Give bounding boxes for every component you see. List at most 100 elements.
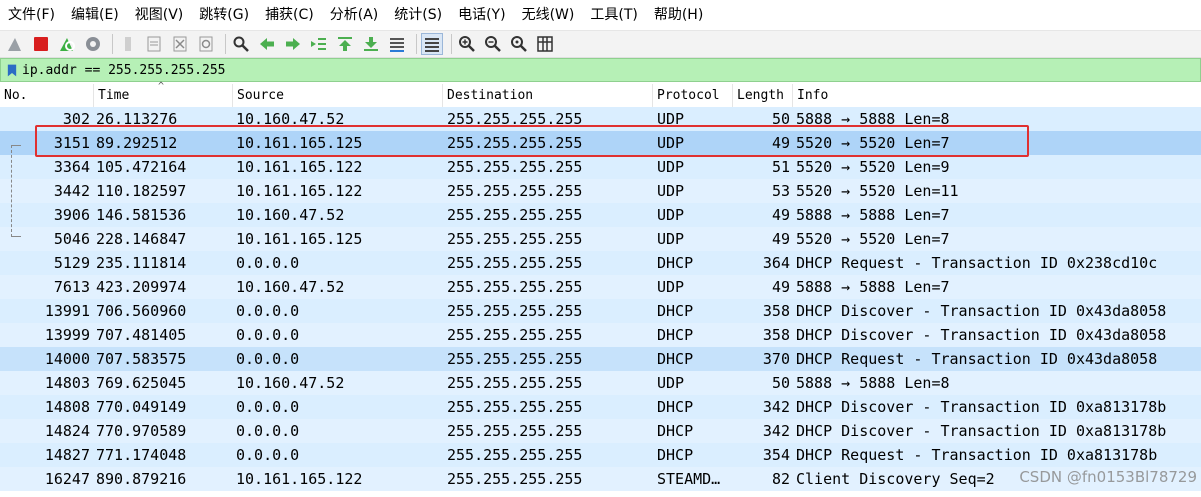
zoom-in-icon[interactable] [456, 33, 478, 55]
save-file-icon[interactable] [143, 33, 165, 55]
resize-columns-icon[interactable] [534, 33, 556, 55]
packet-list: 302 26.113276 10.160.47.52 255.255.255.255 U… [0, 107, 1201, 497]
zoom-normal-icon[interactable] [508, 33, 530, 55]
zoom-out-icon[interactable] [482, 33, 504, 55]
menu-item-6[interactable]: 统计(S) [386, 0, 450, 30]
column-header-time-label: Time [98, 88, 130, 103]
cell-time: 105.472164 [96, 158, 187, 176]
cell-length: 370 [762, 350, 790, 368]
cell-source: 10.160.47.52 [236, 374, 345, 392]
table-row[interactable]: 14827 771.174048 0.0.0.0 255.255.255.255 DHC… [0, 443, 1201, 467]
table-row[interactable]: 3442 110.182597 10.161.165.122 255.255.255.… [0, 179, 1201, 203]
sort-ascending-icon: ^ [158, 81, 165, 92]
cell-no: 7613 [53, 278, 90, 296]
find-packet-icon[interactable] [230, 33, 252, 55]
go-to-packet-icon[interactable] [308, 33, 330, 55]
cell-length: 358 [762, 326, 790, 344]
table-row[interactable]: 14824 770.970589 0.0.0.0 255.255.255.255 DHC… [0, 419, 1201, 443]
table-row[interactable]: 13999 707.481405 0.0.0.0 255.255.255.255 DHC… [0, 323, 1201, 347]
cell-destination: 255.255.255.255 [447, 254, 583, 272]
table-row[interactable]: 3364 105.472164 10.161.165.122 255.255.255.… [0, 155, 1201, 179]
display-filter-input[interactable] [22, 60, 1200, 80]
cell-info: 5520 → 5520 Len=7 [796, 134, 950, 152]
cell-length: 354 [762, 446, 790, 464]
cell-time: 110.182597 [96, 182, 187, 200]
cell-protocol: UDP [657, 278, 685, 296]
menu-item-2[interactable]: 视图(V) [127, 0, 192, 30]
cell-info: DHCP Discover - Transaction ID 0x43da805… [796, 326, 1167, 344]
table-row[interactable]: 3151 89.292512 10.161.165.125 255.255.255.2… [0, 131, 1201, 155]
cell-destination: 255.255.255.255 [447, 302, 583, 320]
restart-capture-icon[interactable] [56, 33, 78, 55]
menu-item-9[interactable]: 工具(T) [582, 0, 645, 30]
cell-time: 770.049149 [96, 398, 187, 416]
cell-source: 10.161.165.122 [236, 470, 363, 488]
table-row[interactable]: 5046 228.146847 10.161.165.125 255.255.255.… [0, 227, 1201, 251]
cell-time: 770.970589 [96, 422, 187, 440]
cell-protocol: DHCP [657, 302, 694, 320]
shark-fin-start-icon[interactable] [4, 33, 26, 55]
column-header-destination[interactable]: Destination [443, 84, 653, 107]
cell-source: 0.0.0.0 [236, 422, 300, 440]
column-header-no[interactable]: No. [0, 84, 94, 107]
table-row[interactable]: 13991 706.560960 0.0.0.0 255.255.255.255 DHC… [0, 299, 1201, 323]
toolbar-separator [416, 34, 417, 54]
column-header-length[interactable]: Length [733, 84, 793, 107]
cell-time: 769.625045 [96, 374, 187, 392]
filter-bookmark-icon[interactable] [5, 61, 19, 79]
menu-item-8[interactable]: 无线(W) [514, 0, 583, 30]
cell-length: 49 [771, 206, 790, 224]
cell-protocol: DHCP [657, 254, 694, 272]
menu-item-4[interactable]: 捕获(C) [257, 0, 322, 30]
toolbar-separator [112, 34, 113, 54]
column-header-info[interactable]: Info [793, 84, 1201, 107]
cell-info: DHCP Discover - Transaction ID 0x43da805… [796, 302, 1167, 320]
menu-item-7[interactable]: 电话(Y) [450, 0, 513, 30]
table-row[interactable]: 7613 423.209974 10.160.47.52 255.255.255.25… [0, 275, 1201, 299]
cell-destination: 255.255.255.255 [447, 398, 583, 416]
table-row[interactable]: 3906 146.581536 10.160.47.52 255.255.255.25… [0, 203, 1201, 227]
cell-source: 0.0.0.0 [236, 398, 300, 416]
cell-protocol: DHCP [657, 422, 694, 440]
cell-protocol: UDP [657, 374, 685, 392]
table-row[interactable]: 14000 707.583575 0.0.0.0 255.255.255.255 DHC… [0, 347, 1201, 371]
reload-file-icon[interactable] [195, 33, 217, 55]
column-header-protocol[interactable]: Protocol [653, 84, 733, 107]
go-back-icon[interactable] [256, 33, 278, 55]
open-file-icon[interactable] [117, 33, 139, 55]
cell-info: DHCP Discover - Transaction ID 0xa813178… [796, 398, 1167, 416]
colorize-icon[interactable] [421, 33, 443, 55]
column-header-source[interactable]: Source [233, 84, 443, 107]
cell-no: 14803 [44, 374, 90, 392]
menu-item-1[interactable]: 编辑(E) [63, 0, 127, 30]
table-row[interactable]: 5129 235.111814 0.0.0.0 255.255.255.255 DHCP… [0, 251, 1201, 275]
capture-options-icon[interactable] [82, 33, 104, 55]
cell-protocol: UDP [657, 182, 685, 200]
packet-list-header: No. Time ^ Source Destination Protocol L… [0, 81, 1201, 108]
table-row[interactable]: 14803 769.625045 10.160.47.52 255.255.255.2… [0, 371, 1201, 395]
go-first-icon[interactable] [334, 33, 356, 55]
stop-capture-icon[interactable] [30, 33, 52, 55]
cell-info: 5888 → 5888 Len=7 [796, 278, 950, 296]
menu-item-3[interactable]: 跳转(G) [191, 0, 257, 30]
cell-time: 146.581536 [96, 206, 187, 224]
cell-destination: 255.255.255.255 [447, 446, 583, 464]
go-last-icon[interactable] [360, 33, 382, 55]
cell-source: 10.161.165.125 [236, 134, 363, 152]
table-row[interactable]: 302 26.113276 10.160.47.52 255.255.255.255 U… [0, 107, 1201, 131]
cell-source: 10.161.165.122 [236, 158, 363, 176]
cell-length: 50 [771, 110, 790, 128]
cell-info: 5888 → 5888 Len=7 [796, 206, 950, 224]
menu-item-0[interactable]: 文件(F) [0, 0, 63, 30]
menu-item-10[interactable]: 帮助(H) [646, 0, 711, 30]
menu-item-5[interactable]: 分析(A) [322, 0, 387, 30]
toolbar-separator [225, 34, 226, 54]
auto-scroll-icon[interactable] [386, 33, 408, 55]
cell-source: 0.0.0.0 [236, 326, 300, 344]
close-file-icon[interactable] [169, 33, 191, 55]
go-forward-icon[interactable] [282, 33, 304, 55]
table-row[interactable]: 14808 770.049149 0.0.0.0 255.255.255.255 DHC… [0, 395, 1201, 419]
cell-time: 707.583575 [96, 350, 187, 368]
cell-destination: 255.255.255.255 [447, 206, 583, 224]
cell-length: 82 [771, 470, 790, 488]
